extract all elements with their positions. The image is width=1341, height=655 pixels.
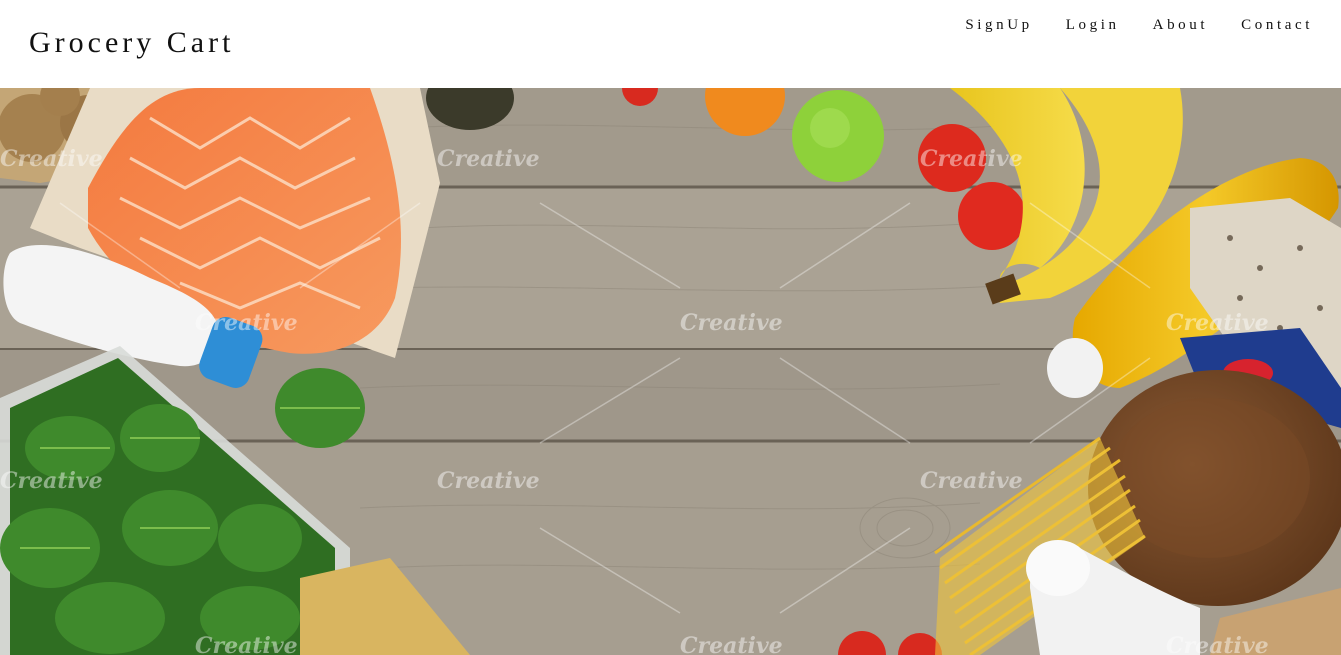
svg-text:Creative: Creative [437,468,540,494]
svg-text:Creative: Creative [680,310,783,336]
grocery-flatlay-image: Creative Creative Creative Creative Crea… [0,88,1341,655]
svg-text:Creative: Creative [680,633,783,655]
hero-banner: Creative Creative Creative Creative Crea… [0,88,1341,655]
nav-link-contact[interactable]: Contact [1241,17,1313,34]
svg-text:Creative: Creative [0,146,103,172]
svg-text:Creative: Creative [1166,310,1269,336]
brand-logo-text[interactable]: Grocery Cart [29,26,234,60]
svg-text:Creative: Creative [1166,633,1269,655]
svg-text:Creative: Creative [195,633,298,655]
nav-link-login[interactable]: Login [1066,17,1120,34]
page: Grocery Cart SignUp Login About Contact [0,0,1341,655]
svg-text:Creative: Creative [0,468,103,494]
svg-text:Creative: Creative [920,468,1023,494]
bread-loaf [1088,370,1341,606]
nav-link-about[interactable]: About [1153,17,1209,34]
svg-text:Creative: Creative [437,146,540,172]
navbar: Grocery Cart SignUp Login About Contact [0,0,1341,88]
nav-links: SignUp Login About Contact [965,17,1313,34]
svg-text:Creative: Creative [920,146,1023,172]
nav-link-signup[interactable]: SignUp [965,17,1032,34]
svg-text:Creative: Creative [195,310,298,336]
